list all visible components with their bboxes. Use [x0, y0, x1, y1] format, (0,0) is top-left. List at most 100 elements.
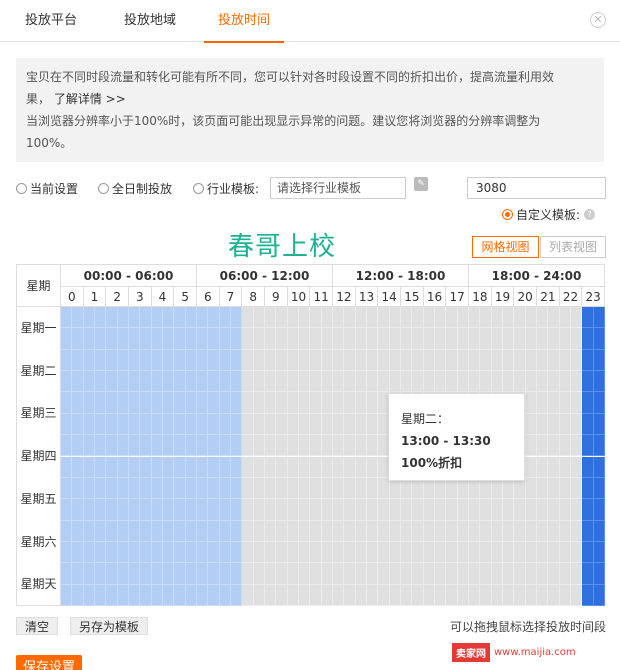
schedule-cell[interactable] [129, 413, 141, 436]
schedule-cell[interactable] [106, 477, 118, 500]
schedule-cell[interactable] [525, 392, 537, 414]
schedule-cell[interactable] [525, 520, 537, 542]
radio-current-setting[interactable]: 当前设置 [16, 180, 78, 197]
schedule-cell[interactable] [253, 499, 265, 521]
schedule-cell[interactable] [321, 349, 333, 372]
schedule-cell[interactable] [537, 520, 549, 542]
schedule-cell[interactable] [95, 584, 107, 606]
schedule-cell[interactable] [548, 563, 560, 585]
schedule-cell[interactable] [140, 541, 152, 564]
schedule-cell[interactable] [242, 499, 254, 521]
schedule-cell[interactable] [163, 371, 175, 393]
schedule-cell[interactable] [537, 392, 549, 414]
schedule-cell[interactable] [367, 563, 379, 585]
schedule-cell[interactable] [299, 435, 311, 457]
schedule-cell[interactable] [242, 477, 254, 500]
schedule-cell[interactable] [480, 477, 492, 500]
schedule-cell[interactable] [435, 499, 447, 521]
schedule-cell[interactable] [514, 499, 526, 521]
schedule-cell[interactable] [525, 499, 537, 521]
schedule-cell[interactable] [378, 499, 390, 521]
schedule-cell[interactable] [412, 328, 424, 350]
schedule-cell[interactable] [219, 328, 231, 350]
schedule-cell[interactable] [548, 477, 560, 500]
schedule-cell[interactable] [253, 328, 265, 350]
schedule-cell[interactable] [310, 477, 322, 500]
schedule-cell[interactable] [140, 456, 152, 478]
schedule-cell[interactable] [571, 307, 583, 329]
schedule-cell[interactable] [208, 563, 220, 585]
schedule-cell[interactable] [401, 584, 413, 606]
schedule-cell[interactable] [514, 477, 526, 500]
schedule-cell[interactable] [435, 477, 447, 500]
schedule-cell[interactable] [287, 392, 299, 414]
schedule-cell[interactable] [231, 392, 243, 414]
schedule-cell[interactable] [344, 371, 356, 393]
schedule-cell[interactable] [208, 499, 220, 521]
schedule-cell[interactable] [208, 413, 220, 436]
schedule-cell[interactable] [265, 456, 277, 478]
schedule-cell[interactable] [95, 349, 107, 372]
schedule-cell[interactable] [219, 392, 231, 414]
schedule-cell[interactable] [129, 328, 141, 350]
schedule-cell[interactable] [106, 499, 118, 521]
schedule-cell[interactable] [151, 371, 163, 393]
schedule-cell[interactable] [593, 413, 605, 436]
schedule-cell[interactable] [174, 435, 186, 457]
schedule-cell[interactable] [537, 477, 549, 500]
schedule-cell[interactable] [83, 541, 95, 564]
schedule-cell[interactable] [95, 328, 107, 350]
schedule-cell[interactable] [231, 563, 243, 585]
schedule-cell[interactable] [219, 541, 231, 564]
schedule-cell[interactable] [457, 349, 469, 372]
schedule-cell[interactable] [276, 541, 288, 564]
schedule-cell[interactable] [389, 541, 401, 564]
edit-icon[interactable]: ✎ [414, 177, 428, 191]
schedule-cell[interactable] [253, 413, 265, 436]
schedule-cell[interactable] [582, 563, 594, 585]
schedule-cell[interactable] [559, 477, 571, 500]
schedule-cell[interactable] [344, 349, 356, 372]
schedule-cell[interactable] [208, 371, 220, 393]
schedule-cell[interactable] [95, 499, 107, 521]
schedule-cell[interactable] [559, 435, 571, 457]
schedule-cell[interactable] [355, 456, 367, 478]
schedule-cell[interactable] [129, 520, 141, 542]
schedule-cell[interactable] [514, 541, 526, 564]
schedule-cell[interactable] [491, 477, 503, 500]
schedule-cell[interactable] [469, 349, 481, 372]
schedule-cell[interactable] [389, 584, 401, 606]
schedule-cell[interactable] [367, 456, 379, 478]
schedule-cell[interactable] [299, 349, 311, 372]
schedule-cell[interactable] [344, 584, 356, 606]
schedule-cell[interactable] [61, 477, 73, 500]
schedule-cell[interactable] [435, 371, 447, 393]
schedule-cell[interactable] [321, 541, 333, 564]
schedule-cell[interactable] [287, 541, 299, 564]
schedule-cell[interactable] [559, 307, 571, 329]
schedule-cell[interactable] [276, 392, 288, 414]
schedule-cell[interactable] [83, 435, 95, 457]
schedule-cell[interactable] [355, 392, 367, 414]
schedule-cell[interactable] [503, 520, 515, 542]
schedule-cell[interactable] [389, 499, 401, 521]
schedule-cell[interactable] [174, 563, 186, 585]
schedule-cell[interactable] [197, 328, 209, 350]
schedule-cell[interactable] [140, 435, 152, 457]
schedule-cell[interactable] [355, 520, 367, 542]
schedule-cell[interactable] [117, 307, 129, 329]
schedule-cell[interactable] [469, 477, 481, 500]
schedule-cell[interactable] [106, 563, 118, 585]
schedule-cell[interactable] [253, 541, 265, 564]
schedule-cell[interactable] [310, 328, 322, 350]
schedule-cell[interactable] [61, 413, 73, 436]
schedule-cell[interactable] [61, 584, 73, 606]
schedule-cell[interactable] [219, 520, 231, 542]
schedule-cell[interactable] [367, 307, 379, 329]
schedule-cell[interactable] [106, 349, 118, 372]
schedule-cell[interactable] [95, 541, 107, 564]
schedule-cell[interactable] [163, 563, 175, 585]
schedule-cell[interactable] [197, 392, 209, 414]
schedule-cell[interactable] [310, 392, 322, 414]
schedule-cell[interactable] [276, 435, 288, 457]
